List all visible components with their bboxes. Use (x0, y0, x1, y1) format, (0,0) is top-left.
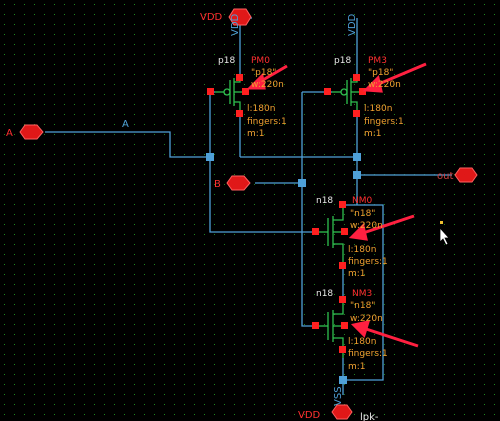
pm3-model-label: p18 (334, 56, 351, 66)
pm3-model-quoted: "p18" (368, 68, 393, 78)
nm3-name-label: NM3 (352, 289, 372, 299)
nm0-fingers: fingers:1 (348, 257, 388, 267)
terminal-square[interactable] (339, 346, 346, 353)
terminal-square[interactable] (353, 110, 360, 117)
pm0-name-label: PM0 (251, 56, 270, 66)
nm3-m: m:1 (348, 362, 366, 372)
pm0-m: m:1 (247, 129, 265, 139)
nm0-model-quoted: "n18" (350, 209, 375, 219)
terminal-square[interactable] (207, 88, 214, 95)
nm3-model-quoted: "n18" (350, 301, 375, 311)
pm0-width: w:220n (251, 80, 284, 90)
pm3-name-label: PM3 (368, 56, 387, 66)
nm3-model-label: n18 (316, 289, 333, 299)
vdd-bottom-pin[interactable] (331, 404, 353, 420)
nm0-model-label: n18 (316, 196, 333, 206)
nm3-length: l:180n (348, 337, 376, 347)
pm3-width: w:220n (368, 80, 401, 90)
a-wire-label: A (122, 119, 129, 130)
terminal-square[interactable] (339, 296, 346, 303)
junction-dot (206, 153, 214, 161)
terminal-square[interactable] (236, 74, 243, 81)
terminal-square[interactable] (341, 228, 348, 235)
terminal-square[interactable] (236, 110, 243, 117)
pm3-m: m:1 (364, 129, 382, 139)
terminal-square[interactable] (312, 228, 319, 235)
junction-dot (339, 376, 347, 384)
junction-dot (353, 171, 361, 179)
out-pin-label: out (437, 171, 453, 182)
junction-dot (353, 153, 361, 161)
nm0-length: l:180n (348, 245, 376, 255)
nm3-width: w:220n (350, 314, 383, 324)
terminal-square[interactable] (312, 322, 319, 329)
pm0-fingers: fingers:1 (247, 117, 287, 127)
out-output-pin[interactable] (454, 167, 478, 183)
nm0-name-label: NM0 (352, 196, 372, 206)
vdd-rail-a-label: VDD (230, 13, 241, 36)
pm3-fingers: fingers:1 (364, 117, 404, 127)
bottom-cut-text: lpk- (360, 412, 379, 421)
pm0-length: l:180n (247, 104, 275, 114)
terminal-square[interactable] (353, 74, 360, 81)
vdd-top-label: VDD (200, 12, 223, 23)
terminal-square[interactable] (341, 322, 348, 329)
a-pin-label: A (6, 128, 13, 139)
schematic-canvas[interactable]: VDD VDD VDD A A B out VSS VDD lpk- p18 P… (0, 0, 500, 421)
terminal-square[interactable] (339, 201, 346, 208)
vdd-bottom-label: VDD (298, 410, 321, 421)
terminal-square[interactable] (339, 262, 346, 269)
terminal-square[interactable] (324, 88, 331, 95)
pm0-model-label: p18 (218, 56, 235, 66)
junction-dot (298, 179, 306, 187)
pm0-model-quoted: "p18" (251, 68, 276, 78)
nm0-m: m:1 (348, 269, 366, 279)
vdd-rail-b-label: VDD (347, 13, 358, 36)
pm3-length: l:180n (364, 104, 392, 114)
nm0-width: w:220n (350, 221, 383, 231)
nm3-fingers: fingers:1 (348, 349, 388, 359)
b-pin-label: B (214, 179, 221, 190)
vss-label: VSS (333, 386, 344, 406)
